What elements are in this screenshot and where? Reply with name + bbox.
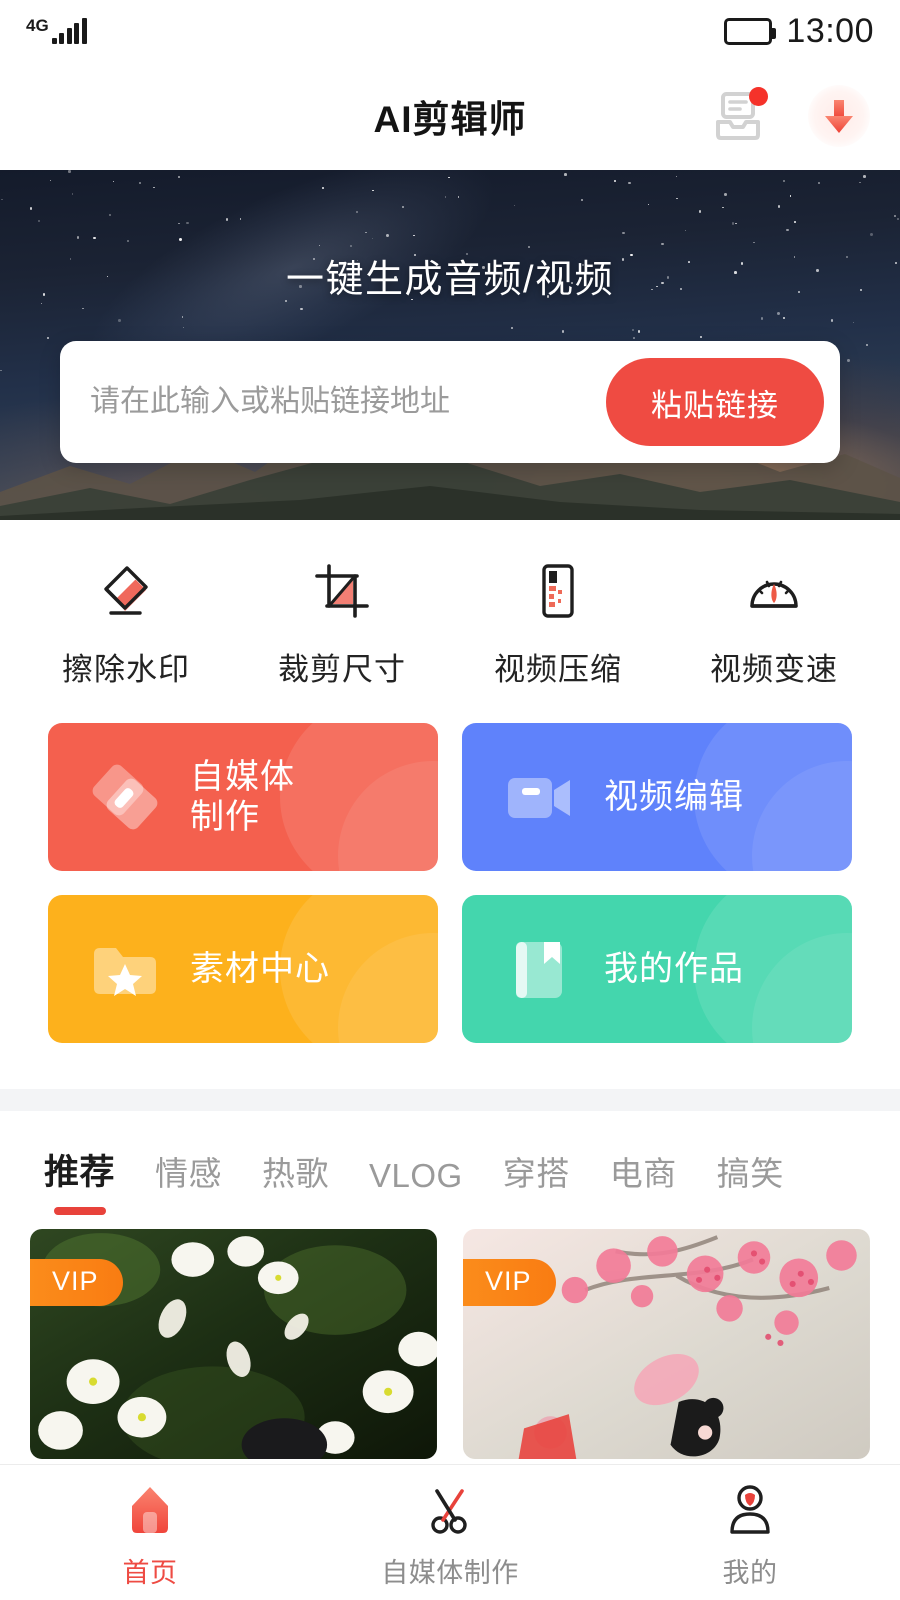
quick-action-label: 视频压缩	[494, 652, 622, 687]
quick-actions-row: 擦除水印 裁剪尺寸 视频压缩 视频变速	[0, 520, 900, 713]
quick-action-label: 裁剪尺寸	[278, 652, 406, 687]
network-type-label: 4G	[26, 16, 49, 35]
tab-hot-songs[interactable]: 热歌	[262, 1147, 329, 1215]
header-actions	[710, 85, 870, 147]
vip-badge: VIP	[463, 1259, 556, 1306]
crop-icon	[313, 560, 371, 622]
rhombus-media-icon	[92, 764, 158, 830]
video-compress-icon	[529, 560, 587, 622]
quick-action-video-speed[interactable]: 视频变速	[666, 560, 882, 689]
user-profile-icon	[724, 1481, 776, 1539]
feature-card-label: 自媒体 制作	[190, 757, 295, 836]
category-tabs[interactable]: 推荐 情感 热歌 VLOG 穿搭 电商 搞笑	[0, 1111, 900, 1215]
eraser-icon	[97, 560, 155, 622]
nav-item-label: 首页	[122, 1558, 178, 1588]
banner-content: 一键生成音频/视频 粘贴链接	[0, 170, 900, 520]
feature-card-self-media-production[interactable]: 自媒体 制作	[48, 723, 438, 871]
bookmark-icon	[516, 942, 562, 998]
status-bar-left: 4G	[26, 16, 87, 44]
nav-item-self-media-production[interactable]: 自媒体制作	[300, 1465, 600, 1600]
inbox-button[interactable]	[710, 87, 768, 144]
link-input-box: 粘贴链接	[60, 341, 840, 463]
tab-outfit[interactable]: 穿搭	[503, 1147, 570, 1215]
feature-card-material-center[interactable]: 素材中心	[48, 895, 438, 1043]
section-divider	[0, 1089, 900, 1111]
vip-badge: VIP	[30, 1259, 123, 1306]
folder-star-icon	[94, 948, 156, 996]
tab-emotion[interactable]: 情感	[155, 1147, 222, 1215]
feature-card-label: 素材中心	[190, 949, 330, 988]
banner-title: 一键生成音频/视频	[285, 259, 615, 301]
quick-action-label: 擦除水印	[62, 652, 190, 687]
tab-vlog[interactable]: VLOG	[369, 1157, 463, 1215]
video-camera-icon	[508, 778, 570, 818]
paste-link-button[interactable]: 粘贴链接	[606, 358, 824, 446]
download-arrow-icon	[825, 100, 853, 133]
bottom-navigation: 首页 自媒体制作 我的	[0, 1464, 900, 1600]
hero-banner: 一键生成音频/视频 粘贴链接	[0, 170, 900, 520]
tab-ecommerce[interactable]: 电商	[610, 1147, 677, 1215]
quick-action-crop-size[interactable]: 裁剪尺寸	[234, 560, 450, 689]
home-icon	[124, 1481, 176, 1539]
app-header: AI剪辑师	[0, 62, 900, 170]
scissors-icon	[424, 1481, 476, 1539]
signal-bars-icon	[51, 18, 87, 44]
status-bar: 4G 13:00	[0, 0, 900, 62]
feature-card-video-editing[interactable]: 视频编辑	[462, 723, 852, 871]
quick-action-video-compress[interactable]: 视频压缩	[450, 560, 666, 689]
category-tabs-wrap: 推荐 情感 热歌 VLOG 穿搭 电商 搞笑	[0, 1111, 900, 1215]
download-button[interactable]	[808, 85, 870, 147]
battery-full-icon	[724, 17, 777, 45]
quick-action-label: 视频变速	[710, 652, 838, 687]
video-card[interactable]: VIP	[30, 1229, 437, 1459]
feature-cards-grid: 自媒体 制作 视频编辑 素材中心 我的作品	[0, 713, 900, 1043]
page-title: AI剪辑师	[373, 99, 527, 140]
nav-item-label: 我的	[722, 1558, 778, 1588]
video-grid: VIP VIP	[0, 1215, 900, 1459]
link-input[interactable]	[90, 341, 606, 463]
feature-card-label: 视频编辑	[604, 777, 744, 816]
nav-item-label: 自媒体制作	[381, 1558, 519, 1588]
nav-item-profile[interactable]: 我的	[600, 1465, 900, 1600]
feature-card-my-works[interactable]: 我的作品	[462, 895, 852, 1043]
tab-recommend[interactable]: 推荐	[44, 1144, 115, 1215]
tab-funny[interactable]: 搞笑	[717, 1147, 784, 1215]
speedometer-icon	[745, 560, 803, 622]
quick-action-erase-watermark[interactable]: 擦除水印	[18, 560, 234, 689]
unread-badge-dot	[749, 87, 768, 106]
nav-item-home[interactable]: 首页	[0, 1465, 300, 1600]
status-bar-right: 13:00	[724, 12, 874, 51]
feature-card-label: 我的作品	[604, 949, 744, 988]
clock-label: 13:00	[786, 11, 874, 50]
video-card[interactable]: VIP	[463, 1229, 870, 1459]
